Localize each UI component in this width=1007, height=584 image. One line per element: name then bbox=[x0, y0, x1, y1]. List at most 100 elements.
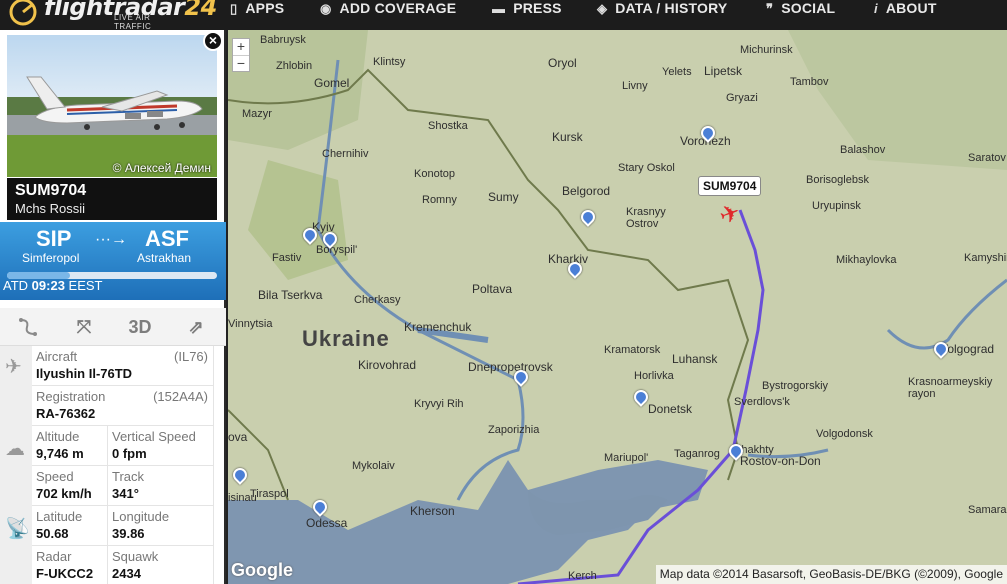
place-label: Mykolaiv bbox=[352, 460, 395, 472]
top-nav-bar: flightradar24 LIVE AIR TRAFFIC ▯ APPS ◉ AD… bbox=[0, 0, 1007, 31]
place-label: Krasnoarmeyskiy rayon bbox=[908, 376, 993, 400]
place-label: Babruysk bbox=[260, 34, 306, 46]
origin-code[interactable]: SIP bbox=[36, 226, 71, 252]
track-cell: Track 341° bbox=[108, 466, 214, 506]
place-label: Tambov bbox=[790, 76, 829, 88]
collapse-arrows-icon: ⤧ bbox=[76, 317, 92, 337]
aircraft-cell: Aircraft (IL76) Ilyushin Il-76TD bbox=[32, 346, 214, 386]
nav-add-coverage[interactable]: ◉ ADD COVERAGE bbox=[320, 0, 456, 16]
place-label: Zaporizhia bbox=[488, 424, 540, 436]
speech-icon: ▬ bbox=[492, 1, 506, 16]
route-icon bbox=[19, 318, 37, 336]
squawk-label: Squawk bbox=[112, 549, 159, 564]
place-label: Romny bbox=[422, 194, 457, 206]
3d-view-label: 3D bbox=[128, 317, 152, 337]
place-label: Shostka bbox=[428, 120, 468, 132]
place-label: Kremenchuk bbox=[404, 320, 472, 334]
place-label: Dnepropetrovsk bbox=[468, 360, 553, 374]
cloud-icon: ☁ bbox=[5, 438, 25, 460]
place-label: Saratov bbox=[968, 152, 1006, 164]
place-label: Luhansk bbox=[672, 352, 718, 366]
place-label: Yelets bbox=[662, 66, 692, 78]
place-label: Belgorod bbox=[562, 184, 611, 198]
altitude-value: 9,746 m bbox=[36, 446, 84, 461]
nav-about[interactable]: i ABOUT bbox=[874, 0, 937, 16]
follow-aircraft-button[interactable]: ⤧ bbox=[56, 308, 112, 346]
place-label: Gryazi bbox=[726, 92, 758, 104]
place-label: Bystrogorskiy bbox=[762, 380, 829, 392]
google-logo: Google bbox=[231, 560, 293, 580]
nav-social-label: SOCIAL bbox=[781, 0, 836, 16]
place-label: Kamyshin bbox=[964, 252, 1007, 264]
share-button[interactable]: ⇗ bbox=[168, 308, 224, 346]
zoom-control: + − bbox=[232, 38, 250, 72]
zoom-in-button[interactable]: + bbox=[233, 39, 249, 55]
quote-icon: ❞ bbox=[766, 1, 774, 16]
nav-data-history-label: DATA / HISTORY bbox=[615, 0, 728, 16]
longitude-cell: Longitude 39.86 bbox=[108, 506, 214, 546]
nav-apps[interactable]: ▯ APPS bbox=[230, 0, 284, 16]
place-label: Fastiv bbox=[272, 252, 302, 264]
country-label-ukraine: Ukraine bbox=[302, 326, 390, 351]
nav-data-history[interactable]: ◈ DATA / HISTORY bbox=[597, 0, 727, 16]
place-label: Taganrog bbox=[674, 448, 720, 460]
route-toggle-button[interactable] bbox=[0, 308, 56, 346]
speed-cell: Speed 702 km/h bbox=[32, 466, 108, 506]
route-arrow-icon: ···→ bbox=[95, 231, 127, 248]
map-base bbox=[228, 30, 1007, 584]
atd-label: ATD bbox=[3, 278, 29, 293]
place-label: Kramatorsk bbox=[604, 344, 661, 356]
place-label: Mariupol' bbox=[604, 452, 649, 464]
place-label: Poltava bbox=[472, 282, 513, 296]
position-section-side: 📡 bbox=[0, 506, 32, 584]
zoom-out-button[interactable]: − bbox=[233, 55, 249, 71]
place-label: Kirovohrad bbox=[358, 358, 417, 372]
aircraft-illustration bbox=[26, 76, 203, 130]
radar-cell: Radar F-UKCC2 bbox=[32, 546, 108, 584]
vertical-speed-value: 0 fpm bbox=[112, 446, 147, 461]
speed-value: 702 km/h bbox=[36, 486, 92, 501]
squawk-cell: Squawk 2434 bbox=[108, 546, 214, 584]
place-label: Zhlobin bbox=[276, 60, 313, 72]
nav-social[interactable]: ❞ SOCIAL bbox=[766, 0, 835, 16]
atd-time: 09:23 bbox=[31, 278, 65, 293]
place-label: Uryupinsk bbox=[812, 200, 861, 212]
altitude-section-side: ☁ bbox=[0, 426, 32, 506]
aircraft-photo[interactable]: © Алексей Демин bbox=[7, 35, 217, 177]
place-label: Sverdlovs'k bbox=[734, 396, 790, 408]
map-view[interactable]: + − Babruysk Zhlobin Klintsy Oryol Michu… bbox=[228, 30, 1007, 584]
3d-view-button[interactable]: 3D bbox=[112, 308, 168, 346]
place-label: Gomel bbox=[314, 76, 350, 90]
place-label: Cherkasy bbox=[354, 294, 401, 306]
place-label: Oryol bbox=[548, 56, 577, 70]
info-icon: i bbox=[874, 1, 878, 16]
flight-callsign-label[interactable]: SUM9704 bbox=[698, 176, 762, 196]
logo-tagline: LIVE AIR TRAFFIC bbox=[114, 13, 152, 31]
place-label: Mazyr bbox=[242, 108, 272, 120]
place-label: Chernihiv bbox=[322, 148, 369, 160]
nav-apps-label: APPS bbox=[245, 0, 285, 16]
photo-credit: © Алексей Демин bbox=[112, 161, 211, 175]
radar-logo-icon bbox=[9, 0, 37, 26]
map-copyright: Map data ©2014 Basarsoft, GeoBasis-DE/BK… bbox=[655, 565, 1007, 584]
place-label: Kharkiv bbox=[548, 252, 589, 266]
nav-press[interactable]: ▬ PRESS bbox=[492, 0, 562, 16]
vertical-speed-label: Vertical Speed bbox=[112, 429, 196, 444]
place-label: Stary Oskol bbox=[618, 162, 675, 174]
place-label: Klintsy bbox=[373, 56, 406, 68]
place-label: Kerch bbox=[568, 570, 597, 582]
close-panel-button[interactable]: × bbox=[203, 31, 223, 51]
departure-time: ATD 09:23 EEST bbox=[3, 278, 103, 293]
place-label: Michurinsk bbox=[740, 44, 793, 56]
altitude-label: Altitude bbox=[36, 429, 80, 444]
callsign-box: SUM9704 Mchs Rossii bbox=[7, 178, 217, 220]
place-label: Kherson bbox=[410, 504, 455, 518]
latitude-value: 50.68 bbox=[36, 526, 69, 541]
phone-icon: ▯ bbox=[230, 1, 238, 16]
flight-info-panel: © Алексей Демин × SUM9704 Mchs Rossii SI… bbox=[0, 30, 226, 584]
satellite-dish-icon: 📡 bbox=[5, 518, 30, 540]
latitude-cell: Latitude 50.68 bbox=[32, 506, 108, 546]
destination-code[interactable]: ASF bbox=[145, 226, 189, 252]
place-label: ova bbox=[228, 430, 248, 444]
place-label: Krasnyy Ostrov bbox=[626, 206, 666, 230]
